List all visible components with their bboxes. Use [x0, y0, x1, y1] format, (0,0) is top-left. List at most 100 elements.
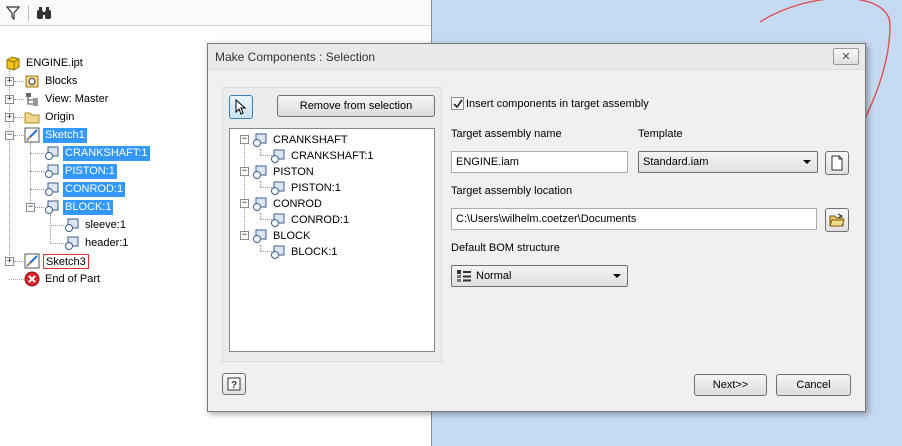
- collapse-crankshaft[interactable]: −: [240, 135, 249, 144]
- selection-item-label: BLOCK:1: [291, 245, 338, 258]
- template-value: Standard.iam: [643, 156, 709, 168]
- help-button[interactable]: ?: [222, 373, 246, 395]
- binoculars-icon[interactable]: [35, 4, 53, 22]
- tree-item-label: Blocks: [45, 74, 78, 87]
- block-icon: [253, 197, 267, 211]
- block-icon: [253, 229, 267, 243]
- tree-item-sketch1[interactable]: Sketch1: [24, 126, 87, 144]
- chevron-down-icon: [803, 160, 811, 164]
- select-button[interactable]: [229, 95, 253, 119]
- tree-item-end-of-part[interactable]: End of Part: [24, 270, 102, 288]
- toolbar-divider: [28, 4, 29, 21]
- tree-item-conrod-instance[interactable]: CONROD:1: [44, 180, 126, 198]
- open-folder-icon: [829, 213, 845, 227]
- location-input[interactable]: C:\Users\wilhelm.coetzer\Documents: [451, 208, 817, 230]
- bom-label: Default BOM structure: [451, 242, 560, 254]
- tree-item-label: Sketch1: [43, 127, 87, 143]
- selection-item-label: PISTON: [273, 165, 314, 178]
- block-instance-icon: [271, 213, 285, 227]
- block-instance-icon: [65, 218, 79, 232]
- blocks-icon: [25, 75, 39, 88]
- browser-toolbar: [0, 0, 431, 26]
- filter-icon[interactable]: [4, 4, 22, 22]
- tree-item-view-master[interactable]: View: Master: [24, 90, 110, 108]
- selection-item-label: CONROD: [273, 197, 322, 210]
- template-browse-button[interactable]: [825, 151, 849, 175]
- target-name-label: Target assembly name: [451, 128, 562, 140]
- collapse-block[interactable]: −: [26, 203, 35, 212]
- help-icon: ?: [227, 377, 241, 391]
- block-instance-icon: [45, 146, 59, 160]
- collapse-conrod[interactable]: −: [240, 199, 249, 208]
- tree-item-engine[interactable]: ENGINE.ipt: [5, 54, 85, 72]
- block-instance-icon: [65, 236, 79, 250]
- tree-item-piston-instance[interactable]: PISTON:1: [44, 162, 117, 180]
- selection-item-label: CRANKSHAFT:1: [291, 149, 374, 162]
- close-button[interactable]: ✕: [833, 48, 859, 65]
- tree-item-label: End of Part: [45, 272, 101, 285]
- selection-item-label: PISTON:1: [291, 181, 341, 194]
- insert-components-checkbox[interactable]: [451, 97, 464, 110]
- template-select[interactable]: Standard.iam: [638, 151, 818, 173]
- expand-origin[interactable]: +: [5, 113, 14, 122]
- tree-item-label: BLOCK:1: [63, 199, 114, 215]
- part-icon: [6, 56, 20, 71]
- target-name-input[interactable]: ENGINE.iam: [451, 151, 628, 173]
- tree-item-sketch3[interactable]: Sketch3: [24, 252, 89, 270]
- tree-item-label: CONROD:1: [63, 181, 126, 197]
- dialog-title: Make Components : Selection: [208, 44, 865, 70]
- next-button[interactable]: Next>>: [694, 374, 767, 396]
- tree-item-label: View: Master: [45, 92, 109, 105]
- check-icon: [452, 99, 463, 108]
- block-instance-icon: [45, 200, 59, 214]
- tree-item-origin[interactable]: Origin: [24, 108, 76, 126]
- remove-from-selection-button[interactable]: Remove from selection: [277, 95, 435, 117]
- tree-item-label: CRANKSHAFT:1: [63, 145, 150, 161]
- tree-item-label: sleeve:1: [85, 218, 126, 231]
- make-components-dialog: Make Components : Selection ✕ Remove fro…: [207, 43, 866, 412]
- collapse-piston[interactable]: −: [240, 167, 249, 176]
- tree-item-header-instance[interactable]: header:1: [64, 234, 130, 252]
- block-instance-icon: [45, 182, 59, 196]
- location-browse-button[interactable]: [825, 208, 849, 232]
- block-instance-icon: [271, 149, 285, 163]
- block-instance-icon: [271, 181, 285, 195]
- insert-components-label: Insert components in target assembly: [466, 98, 649, 110]
- view-icon: [26, 93, 38, 106]
- tree-item-label: Origin: [45, 110, 75, 123]
- close-icon: ✕: [841, 51, 851, 63]
- location-label: Target assembly location: [451, 185, 573, 197]
- tree-item-label: Sketch3: [43, 253, 89, 269]
- tree-item-label: ENGINE.ipt: [26, 56, 83, 69]
- expand-blocks[interactable]: +: [5, 77, 14, 86]
- selection-tree: − − − − CRANKSHAFT CRANKSHAFT:1 PISTON P…: [229, 128, 435, 352]
- bom-value: Normal: [476, 270, 512, 282]
- tree-item-crankshaft-instance[interactable]: CRANKSHAFT:1: [44, 144, 150, 162]
- block-instance-icon: [45, 164, 59, 178]
- sketch-icon: [24, 253, 40, 269]
- collapse-sketch1[interactable]: −: [5, 131, 14, 140]
- chevron-down-icon: [613, 274, 621, 278]
- block-instance-icon: [271, 245, 285, 259]
- tree-item-label: PISTON:1: [63, 163, 117, 179]
- block-icon: [253, 133, 267, 147]
- collapse-block[interactable]: −: [240, 231, 249, 240]
- end-of-part-icon: [24, 271, 40, 287]
- expand-sketch3[interactable]: +: [5, 257, 14, 266]
- folder-icon: [24, 112, 40, 124]
- bom-structure-icon: [457, 270, 471, 282]
- bom-select[interactable]: Normal: [451, 265, 628, 287]
- selection-item-block-instance[interactable]: BLOCK:1: [270, 243, 339, 261]
- tree-item-blocks[interactable]: Blocks: [24, 72, 79, 90]
- cancel-button[interactable]: Cancel: [776, 374, 851, 396]
- expand-view[interactable]: +: [5, 95, 14, 104]
- selection-item-label: CONROD:1: [291, 213, 350, 226]
- tree-item-sleeve-instance[interactable]: sleeve:1: [64, 216, 128, 234]
- sketch-icon: [24, 127, 40, 143]
- tree-item-block-instance[interactable]: BLOCK:1: [44, 198, 114, 216]
- selection-item-label: BLOCK: [273, 229, 311, 242]
- block-icon: [253, 165, 267, 179]
- tree-item-label: header:1: [85, 236, 129, 249]
- selection-item-label: CRANKSHAFT: [273, 133, 348, 146]
- template-label: Template: [638, 128, 683, 140]
